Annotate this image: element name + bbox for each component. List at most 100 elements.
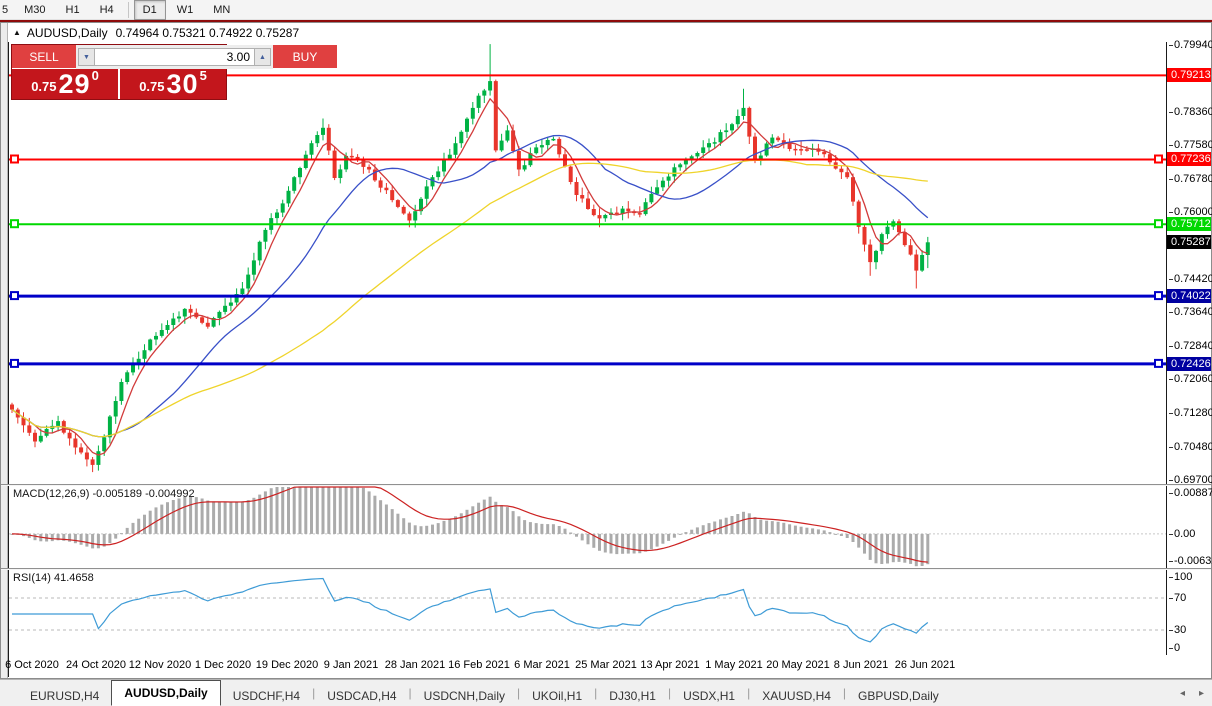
price-axis-tick: 0.72840 [1169, 340, 1212, 352]
buy-price-big: 30 [166, 69, 199, 99]
timeframe-button-5[interactable]: 5 [1, 0, 13, 20]
tab-usdchf-h4[interactable]: USDCHF,H4 [221, 685, 312, 706]
date-axis-label: 19 Dec 2020 [255, 659, 319, 671]
chart-window: ▲ AUDUSD,Daily 0.74964 0.75321 0.74922 0… [0, 22, 1212, 679]
timeframe-button-h4[interactable]: H4 [91, 0, 123, 20]
timeframe-button-d1[interactable]: D1 [133, 0, 166, 20]
rsi-axis-tick: 30 [1168, 624, 1187, 636]
tab-usdcad-h4[interactable]: USDCAD,H4 [315, 685, 408, 706]
price-axis: 0.79940 0.78360 0.77580 0.76780 0.76000 0.744… [1166, 39, 1212, 486]
rsi-canvas[interactable] [9, 570, 1166, 655]
volume-input[interactable] [95, 48, 254, 66]
timeframe-button-w1[interactable]: W1 [168, 0, 203, 20]
chart-ohlc-values: 0.74964 0.75321 0.74922 0.75287 [115, 25, 300, 40]
level-price-label: 0.77236 [1167, 152, 1211, 166]
date-axis-label: 12 Nov 2020 [128, 659, 192, 671]
date-axis-label: 8 Jun 2021 [833, 659, 889, 671]
macd-pane: MACD(12,26,9) -0.005189 -0.004992 [8, 486, 1166, 568]
sell-button[interactable]: SELL [12, 45, 76, 69]
price-axis-tick: 0.77580 [1169, 139, 1212, 151]
date-axis-label: 6 Mar 2021 [514, 659, 570, 671]
collapse-triangle-icon[interactable]: ▲ [13, 28, 21, 37]
chart-title-row: ▲ AUDUSD,Daily 0.74964 0.75321 0.74922 0… [9, 23, 1210, 42]
volume-decrease-icon[interactable]: ▼ [78, 48, 95, 66]
tab-xauusd-h4[interactable]: XAUUSD,H4 [750, 685, 843, 706]
buy-price-base: 0.75 [139, 79, 165, 94]
date-axis-label: 1 Dec 2020 [194, 659, 252, 671]
toolbar-separator [127, 1, 129, 18]
tab-dj30-h1[interactable]: DJ30,H1 [597, 685, 668, 706]
price-axis-tick: 0.78360 [1169, 106, 1212, 118]
line-handle[interactable] [10, 154, 19, 164]
rsi-axis: 100 70 30 0 [1166, 570, 1211, 655]
line-handle[interactable] [1154, 219, 1163, 229]
tab-scroll-nav: ◂ ▸ [1166, 688, 1204, 699]
level-price-label: 0.72426 [1167, 357, 1211, 371]
sell-price-base: 0.75 [31, 79, 57, 94]
date-axis-label: 13 Apr 2021 [640, 659, 700, 671]
tab-audusd-daily[interactable]: AUDUSD,Daily [111, 680, 221, 706]
volume-increase-icon[interactable]: ▲ [254, 48, 271, 66]
rsi-indicator-label: RSI(14) 41.4658 [13, 572, 94, 584]
price-axis-tick: 0.76780 [1169, 173, 1212, 185]
sell-price-big: 29 [58, 69, 91, 99]
price-axis-tick: 0.73640 [1169, 306, 1212, 318]
price-chart-canvas[interactable] [9, 42, 1166, 484]
rsi-axis-tick: 100 [1168, 571, 1193, 583]
date-axis-label: 9 Jan 2021 [323, 659, 379, 671]
date-axis-label: 1 May 2021 [705, 659, 763, 671]
tab-gbpusd-daily[interactable]: GBPUSD,Daily [846, 685, 951, 706]
rsi-axis-tick: 0 [1168, 642, 1181, 654]
price-axis-tick: 0.71280 [1169, 407, 1212, 419]
line-handle[interactable] [1154, 291, 1163, 301]
line-handle[interactable] [1154, 358, 1163, 368]
timeframe-button-m30[interactable]: M30 [15, 0, 54, 20]
tab-eurusd-h4[interactable]: EURUSD,H4 [18, 685, 111, 706]
window-left-gutter [1, 23, 8, 678]
date-axis-label: 16 Feb 2021 [448, 659, 510, 671]
macd-axis-tick: 0.008871 [1169, 486, 1212, 500]
price-axis-tick: 0.72060 [1169, 373, 1212, 385]
timeframe-button-mn[interactable]: MN [204, 0, 239, 20]
rsi-pane: RSI(14) 41.4658 [8, 570, 1166, 655]
level-price-label: 0.79213 [1167, 68, 1211, 82]
buy-price-sup: 5 [199, 68, 207, 83]
tab-usdcnh-daily[interactable]: USDCNH,Daily [412, 685, 517, 706]
rsi-axis-tick: 70 [1168, 592, 1187, 604]
macd-axis: 0.008871 0.00 -0.00632 [1166, 486, 1212, 568]
date-axis-label: 24 Oct 2020 [66, 659, 126, 671]
chart-tab-bar: EURUSD,H4 AUDUSD,Daily USDCHF,H4 | USDCAD,H4… [0, 679, 1212, 706]
date-axis-label: 20 May 2021 [766, 659, 830, 671]
line-handle[interactable] [10, 291, 19, 301]
chart-symbol-label: AUDUSD,Daily [26, 25, 108, 40]
line-handle[interactable] [1154, 154, 1163, 164]
timeframe-toolbar: 5 M30 H1 H4 D1 W1 MN [0, 0, 1212, 20]
buy-price[interactable]: 0.75 30 5 [120, 68, 226, 99]
line-handle[interactable] [10, 219, 19, 229]
volume-spinner: ▼ ▲ [76, 45, 273, 69]
date-axis-label: 6 Oct 2020 [5, 659, 59, 671]
date-axis: 6 Oct 2020 24 Oct 2020 12 Nov 2020 1 Dec 20… [5, 655, 1166, 677]
buy-button[interactable]: BUY [273, 45, 337, 69]
sell-price-sup: 0 [91, 68, 99, 83]
date-axis-label: 28 Jan 2021 [384, 659, 446, 671]
line-handle[interactable] [10, 358, 19, 368]
price-axis-tick: 0.70480 [1169, 441, 1212, 453]
one-click-trade-widget: SELL ▼ ▲ BUY 0.75 29 0 0.75 30 5 [11, 44, 337, 100]
tab-scroll-left-icon[interactable]: ◂ [1180, 688, 1185, 699]
tab-scroll-right-icon[interactable]: ▸ [1199, 688, 1204, 699]
tab-ukoil-h1[interactable]: UKOil,H1 [520, 685, 594, 706]
timeframe-button-h1[interactable]: H1 [57, 0, 89, 20]
main-chart-pane: SELL ▼ ▲ BUY 0.75 29 0 0.75 30 5 [8, 42, 1166, 484]
macd-axis-tick: 0.00 [1168, 528, 1196, 540]
level-price-label: 0.74022 [1167, 289, 1211, 303]
date-axis-label: 26 Jun 2021 [894, 659, 956, 671]
macd-indicator-label: MACD(12,26,9) -0.005189 -0.004992 [13, 488, 195, 500]
price-axis-tick: 0.74420 [1169, 273, 1212, 285]
tab-usdx-h1[interactable]: USDX,H1 [671, 685, 747, 706]
current-bid-price-label: 0.75287 [1167, 235, 1211, 249]
sell-price[interactable]: 0.75 29 0 [12, 68, 118, 99]
trading-terminal: { "toolbar": { "timeframes": ["5", "M30"… [0, 0, 1212, 706]
macd-axis-tick: -0.00632 [1168, 554, 1212, 568]
price-axis-tick: 0.79940 [1169, 39, 1212, 51]
